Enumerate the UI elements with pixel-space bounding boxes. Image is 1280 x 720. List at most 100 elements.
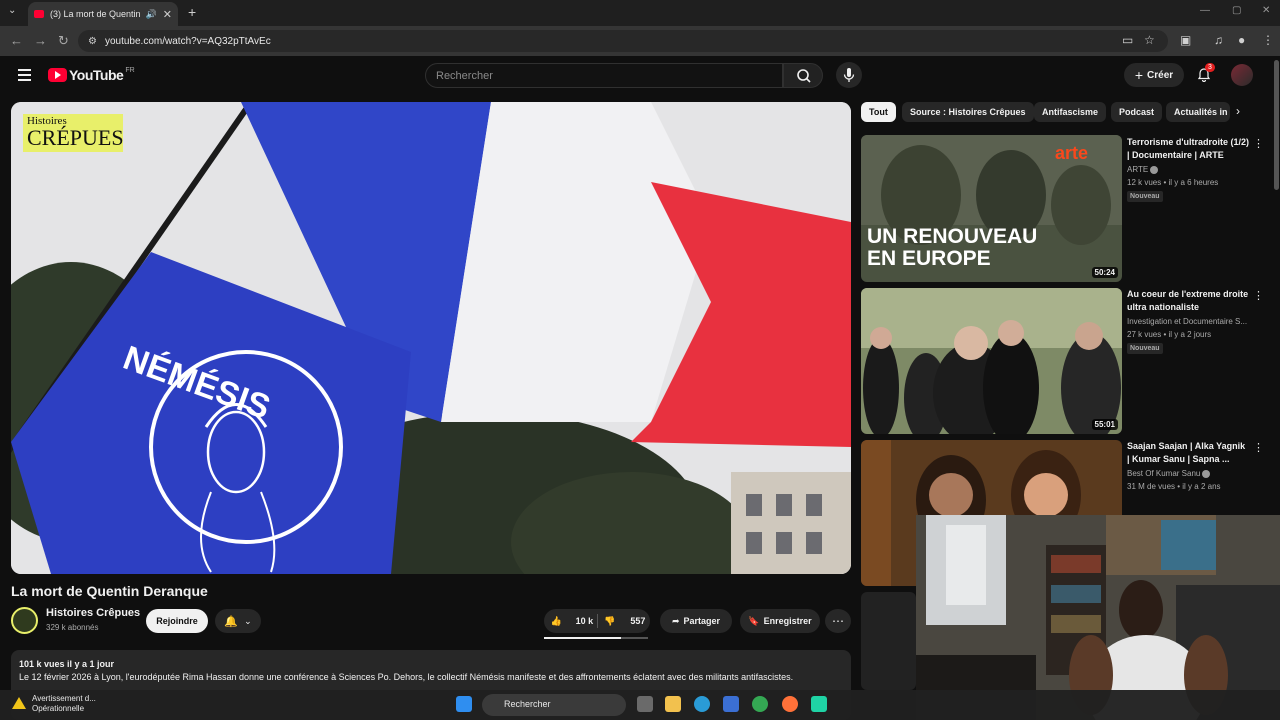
logo-wordmark: YouTube (69, 67, 124, 83)
guide-menu-icon[interactable] (18, 69, 31, 81)
chrome-icon[interactable] (752, 696, 768, 712)
duration-badge: 50:24 (1091, 267, 1118, 278)
chip-actualites[interactable]: Actualités in (1166, 102, 1230, 122)
rec-channel[interactable]: ARTE (1127, 165, 1257, 174)
microphone-icon (843, 68, 855, 82)
save-button[interactable]: 🔖 Enregistrer (740, 609, 820, 633)
like-count: 10 k (575, 616, 594, 626)
rec-thumbnail[interactable] (861, 592, 916, 690)
rec-menu-icon[interactable]: ⋮ (1253, 441, 1264, 454)
rec-title[interactable]: Au coeur de l'extreme droite ultra natio… (1127, 288, 1249, 314)
rec-meta: 12 k vues • il y a 6 heures (1127, 178, 1219, 187)
bookmark-star-icon[interactable]: ☆ (1144, 33, 1155, 47)
search-input[interactable]: Rechercher (425, 63, 783, 88)
forward-icon[interactable]: → (34, 33, 47, 48)
rec-title[interactable]: Saajan Saajan | Alka Yagnik | Kumar Sanu… (1127, 440, 1249, 466)
chip-podcast[interactable]: Podcast (1111, 102, 1163, 122)
like-button[interactable]: 👍 10 k (544, 616, 597, 627)
join-button[interactable]: Rejoindre (146, 609, 208, 633)
rec-channel[interactable]: Investigation et Documentaire S... (1127, 317, 1257, 326)
search-button[interactable] (783, 63, 823, 88)
chip-antifascisme[interactable]: Antifascisme (1034, 102, 1107, 122)
create-button[interactable]: + Créer (1124, 63, 1184, 87)
tab-list-icon[interactable]: ⌄ (8, 5, 16, 16)
chip-all[interactable]: Tout (861, 102, 896, 122)
channel-name[interactable]: Histoires Crêpues (46, 607, 140, 619)
bell-icon: 🔔 (224, 615, 239, 628)
view-stats: 101 k vues il y a 1 jour (19, 659, 115, 669)
youtube-play-icon (48, 68, 67, 82)
firefox-icon[interactable] (782, 696, 798, 712)
close-window-icon[interactable]: ✕ (1262, 5, 1270, 16)
dislike-button[interactable]: 👎 557 (598, 616, 651, 627)
close-tab-icon[interactable]: ✕ (163, 8, 172, 21)
taskbar-search-label: Rechercher (504, 699, 551, 709)
start-icon[interactable] (456, 696, 472, 712)
profile-icon[interactable]: ● (1238, 33, 1245, 47)
rec-thumbnail[interactable]: 55:01 (861, 288, 1122, 434)
more-actions-icon[interactable]: ⋯ (825, 609, 851, 633)
video-player[interactable]: NÉMÉSIS Histoires CRÉPUES (11, 102, 851, 574)
reload-icon[interactable]: ↻ (58, 33, 69, 49)
dislike-count: 557 (630, 616, 646, 626)
new-badge: Nouveau (1127, 343, 1163, 354)
speaker-icon[interactable]: 🔊 (146, 9, 157, 20)
share-button[interactable]: ➦ Partager (660, 609, 732, 633)
rec-menu-icon[interactable]: ⋮ (1253, 289, 1264, 302)
warning-title: Avertissement d... (32, 694, 96, 703)
back-icon[interactable]: ← (10, 33, 23, 48)
subscriber-count: 329 k abonnés (46, 623, 99, 632)
media-controls-icon[interactable]: ♫ (1214, 33, 1223, 47)
youtube-favicon-icon (34, 10, 44, 18)
like-ratio-bar (544, 637, 648, 639)
youtube-logo[interactable]: YouTube FR (48, 67, 135, 83)
create-label: Créer (1147, 69, 1174, 81)
chip-source[interactable]: Source : Histoires Crêpues (902, 102, 1034, 122)
app-icon[interactable] (811, 696, 827, 712)
chevron-right-icon[interactable]: › (1236, 104, 1240, 118)
file-explorer-icon[interactable] (665, 696, 681, 712)
rec-channel-name: Best Of Kumar Sanu (1127, 469, 1201, 478)
channel-avatar[interactable] (11, 607, 38, 634)
rec-channel[interactable]: Best Of Kumar Sanu (1127, 469, 1257, 478)
warning-widget[interactable]: Avertissement d... Opérationnelle (12, 694, 96, 714)
windows-taskbar: Avertissement d... Opérationnelle Recher… (0, 690, 1280, 720)
share-icon: ➦ (671, 615, 680, 626)
task-view-icon[interactable] (637, 696, 653, 712)
url-field[interactable]: ⚙ youtube.com/watch?v=AQ32pTtAvEc (78, 30, 1168, 52)
store-icon[interactable] (723, 696, 739, 712)
browser-menu-icon[interactable]: ⋮ (1262, 33, 1274, 47)
voice-search-button[interactable] (836, 62, 862, 88)
plus-icon: + (1134, 67, 1144, 83)
share-label: Partager (683, 616, 721, 626)
notification-badge: 3 (1205, 63, 1215, 72)
subscription-bell-button[interactable]: 🔔 ⌄ (215, 609, 261, 633)
taskbar-search[interactable]: Rechercher (482, 694, 626, 716)
site-info-icon[interactable]: ⚙ (88, 36, 97, 47)
thumbs-down-icon: 👎 (604, 615, 616, 626)
duration-badge: 55:01 (1091, 419, 1118, 430)
account-avatar[interactable] (1231, 64, 1253, 86)
verified-icon (1150, 165, 1159, 174)
rec-menu-icon[interactable]: ⋮ (1253, 137, 1264, 150)
extensions-icon[interactable]: ▣ (1180, 33, 1191, 47)
maximize-icon[interactable]: ▢ (1232, 5, 1241, 16)
rec-thumbnail[interactable]: UN RENOUVEAU EN EUROPE arte 50:24 (861, 135, 1122, 282)
search-icon (797, 69, 811, 83)
cast-icon[interactable]: ▭ (1122, 33, 1133, 47)
page-scrollbar[interactable] (1274, 60, 1279, 190)
country-code: FR (125, 66, 135, 74)
new-tab-icon[interactable]: + (188, 4, 196, 20)
tab-title: (3) La mort de Quentin Deranque - YouTub… (50, 9, 142, 19)
verified-icon (1202, 469, 1211, 478)
warning-status: Opérationnelle (32, 704, 85, 713)
minimize-icon[interactable]: — (1200, 5, 1210, 16)
edge-icon[interactable] (694, 696, 710, 712)
browser-tab-bar: ⌄ (3) La mort de Quentin Deranque - YouT… (0, 0, 1280, 26)
browser-tab[interactable]: (3) La mort de Quentin Deranque - YouTub… (28, 2, 178, 26)
notifications-button[interactable]: 3 (1196, 63, 1215, 83)
thumbnail-overlay-line-1: UN RENOUVEAU (867, 225, 1037, 248)
rec-title[interactable]: Terrorisme d'ultradroite (1/2) | Documen… (1127, 136, 1249, 162)
description-text: Le 12 février 2026 à Lyon, l'eurodéputée… (19, 672, 794, 682)
watermark-line-2: CRÉPUES (27, 125, 124, 150)
